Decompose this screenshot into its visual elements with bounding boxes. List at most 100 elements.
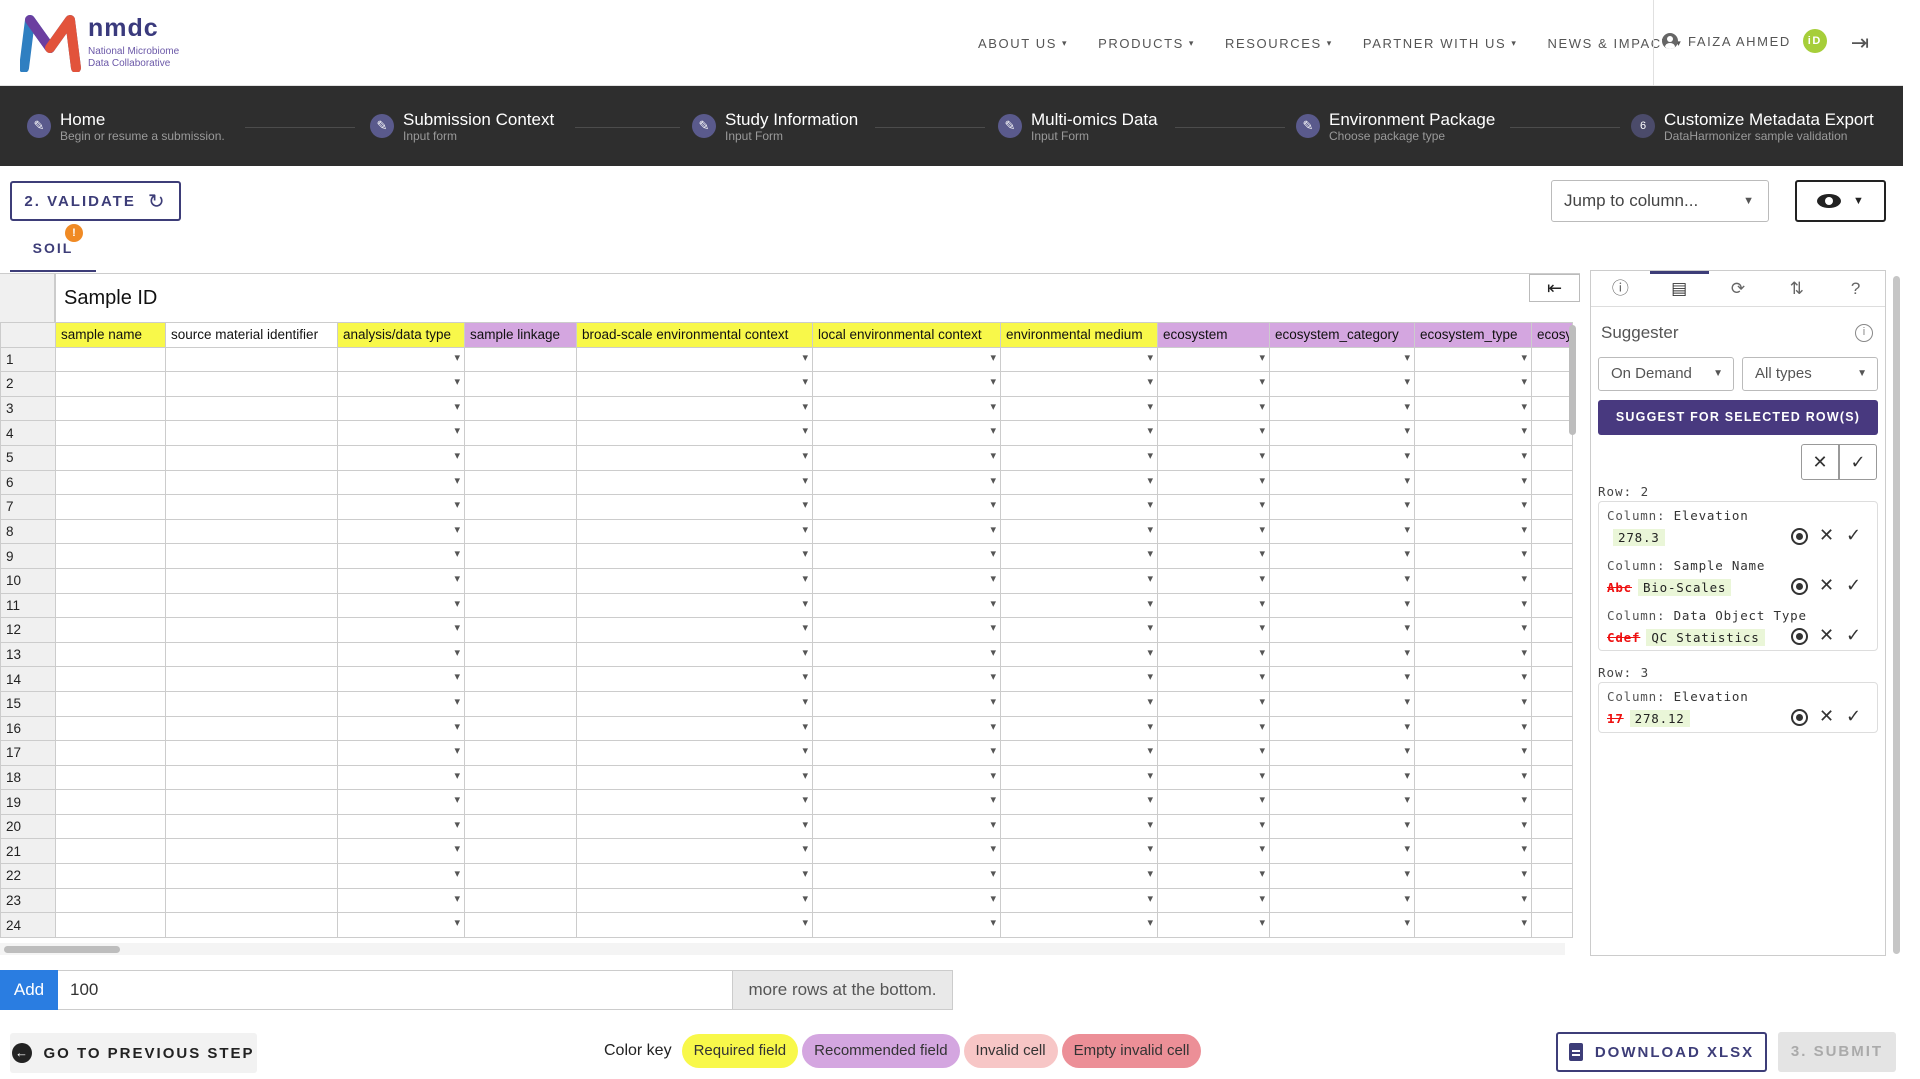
info-icon[interactable]: i xyxy=(1855,324,1873,342)
dropdown-cell[interactable] xyxy=(1414,838,1532,865)
grid-cell[interactable] xyxy=(165,543,338,569)
dropdown-cell[interactable] xyxy=(576,494,813,520)
row-number[interactable]: 8 xyxy=(0,518,56,545)
dropdown-cell[interactable] xyxy=(1414,518,1532,545)
row-number[interactable]: 18 xyxy=(0,764,56,791)
grid-cell[interactable] xyxy=(1530,494,1574,520)
dropdown-cell[interactable] xyxy=(1269,813,1415,840)
grid-cell[interactable] xyxy=(464,789,577,815)
go-to-previous-step-button[interactable]: ← GO TO PREVIOUS STEP xyxy=(10,1033,257,1073)
sort-icon[interactable]: ⇅ xyxy=(1767,271,1826,306)
grid-cell[interactable] xyxy=(165,764,338,791)
grid-cell[interactable] xyxy=(55,518,166,545)
grid-cell[interactable] xyxy=(55,617,166,643)
dropdown-cell[interactable] xyxy=(576,420,813,446)
column-header[interactable]: local environmental context xyxy=(812,322,1001,348)
row-number[interactable]: 6 xyxy=(0,469,56,496)
row-number[interactable]: 21 xyxy=(0,838,56,865)
dropdown-cell[interactable] xyxy=(812,715,1001,742)
dropdown-cell[interactable] xyxy=(1157,617,1270,643)
dropdown-cell[interactable] xyxy=(1269,740,1415,766)
grid-cell[interactable] xyxy=(1530,518,1574,545)
dropdown-cell[interactable] xyxy=(812,494,1001,520)
step-multi-omics-data[interactable]: ✎ Multi-omics Data Input Form xyxy=(998,110,1158,142)
grid-cell[interactable] xyxy=(464,838,577,865)
reject-suggestion-button[interactable]: ✕ xyxy=(1813,625,1840,650)
dropdown-cell[interactable] xyxy=(576,838,813,865)
grid-cell[interactable] xyxy=(464,567,577,594)
dropdown-cell[interactable] xyxy=(1000,420,1158,446)
grid-cell[interactable] xyxy=(55,543,166,569)
dropdown-cell[interactable] xyxy=(1000,641,1158,668)
grid-cell[interactable] xyxy=(165,887,338,914)
dropdown-cell[interactable] xyxy=(1269,715,1415,742)
grid-cell[interactable] xyxy=(165,420,338,446)
grid-cell[interactable] xyxy=(165,690,338,717)
suggest-mode-select[interactable]: On Demand ▼ xyxy=(1598,357,1734,391)
dropdown-cell[interactable] xyxy=(337,444,465,471)
reject-all-button[interactable]: ✕ xyxy=(1801,444,1839,480)
column-header[interactable]: environmental medium xyxy=(1000,322,1158,348)
grid-cell[interactable] xyxy=(1530,469,1574,496)
dropdown-cell[interactable] xyxy=(812,641,1001,668)
column-header[interactable]: ecosystem_type xyxy=(1414,322,1532,348)
grid-cell[interactable] xyxy=(1530,887,1574,914)
grid-cell[interactable] xyxy=(55,690,166,717)
dropdown-cell[interactable] xyxy=(1157,715,1270,742)
dropdown-cell[interactable] xyxy=(576,617,813,643)
grid-cell[interactable] xyxy=(165,863,338,889)
step-submission-context[interactable]: ✎ Submission Context Input form xyxy=(370,110,554,142)
dropdown-cell[interactable] xyxy=(812,371,1001,397)
dropdown-cell[interactable] xyxy=(337,666,465,692)
dropdown-cell[interactable] xyxy=(1414,789,1532,815)
dropdown-cell[interactable] xyxy=(337,789,465,815)
dropdown-cell[interactable] xyxy=(1269,371,1415,397)
dropdown-cell[interactable] xyxy=(337,838,465,865)
grid-cell[interactable] xyxy=(165,813,338,840)
jump-to-column-select[interactable]: Jump to column... ▼ xyxy=(1551,180,1769,222)
row-number[interactable]: 12 xyxy=(0,617,56,643)
column-header[interactable]: broad-scale environmental context xyxy=(576,322,813,348)
dropdown-cell[interactable] xyxy=(1269,764,1415,791)
dropdown-cell[interactable] xyxy=(1269,518,1415,545)
grid-cell[interactable] xyxy=(165,395,338,422)
dropdown-cell[interactable] xyxy=(1269,469,1415,496)
dropdown-cell[interactable] xyxy=(337,346,465,373)
grid-cell[interactable] xyxy=(165,444,338,471)
column-header[interactable]: analysis/data type xyxy=(337,322,465,348)
locate-cell-button[interactable] xyxy=(1786,706,1813,731)
grid-cell[interactable] xyxy=(55,371,166,397)
row-number[interactable]: 4 xyxy=(0,420,56,446)
grid-cell[interactable] xyxy=(1530,715,1574,742)
grid-cell[interactable] xyxy=(464,617,577,643)
row-number[interactable]: 16 xyxy=(0,715,56,742)
logout-icon[interactable]: ⇥ xyxy=(1847,30,1873,56)
column-header[interactable]: ecosystem_category xyxy=(1269,322,1415,348)
reject-suggestion-button[interactable]: ✕ xyxy=(1813,575,1840,600)
grid-cell[interactable] xyxy=(1530,764,1574,791)
grid-cell[interactable] xyxy=(55,789,166,815)
dropdown-cell[interactable] xyxy=(1269,444,1415,471)
grid-cell[interactable] xyxy=(165,617,338,643)
dropdown-cell[interactable] xyxy=(812,912,1001,938)
dropdown-cell[interactable] xyxy=(576,887,813,914)
grid-cell[interactable] xyxy=(464,715,577,742)
row-number[interactable]: 19 xyxy=(0,789,56,815)
dropdown-cell[interactable] xyxy=(1157,838,1270,865)
dropdown-cell[interactable] xyxy=(1157,789,1270,815)
column-header[interactable]: ecosystem xyxy=(1157,322,1270,348)
dropdown-cell[interactable] xyxy=(337,420,465,446)
dropdown-cell[interactable] xyxy=(812,592,1001,619)
dropdown-cell[interactable] xyxy=(1414,690,1532,717)
dropdown-cell[interactable] xyxy=(812,543,1001,569)
dropdown-cell[interactable] xyxy=(1157,592,1270,619)
grid-cell[interactable] xyxy=(55,887,166,914)
dropdown-cell[interactable] xyxy=(337,592,465,619)
dropdown-cell[interactable] xyxy=(1157,420,1270,446)
dropdown-cell[interactable] xyxy=(337,518,465,545)
dropdown-cell[interactable] xyxy=(812,395,1001,422)
grid-cell[interactable] xyxy=(464,444,577,471)
dropdown-cell[interactable] xyxy=(1157,494,1270,520)
dropdown-cell[interactable] xyxy=(1157,567,1270,594)
column-header[interactable]: source material identifier xyxy=(165,322,338,348)
